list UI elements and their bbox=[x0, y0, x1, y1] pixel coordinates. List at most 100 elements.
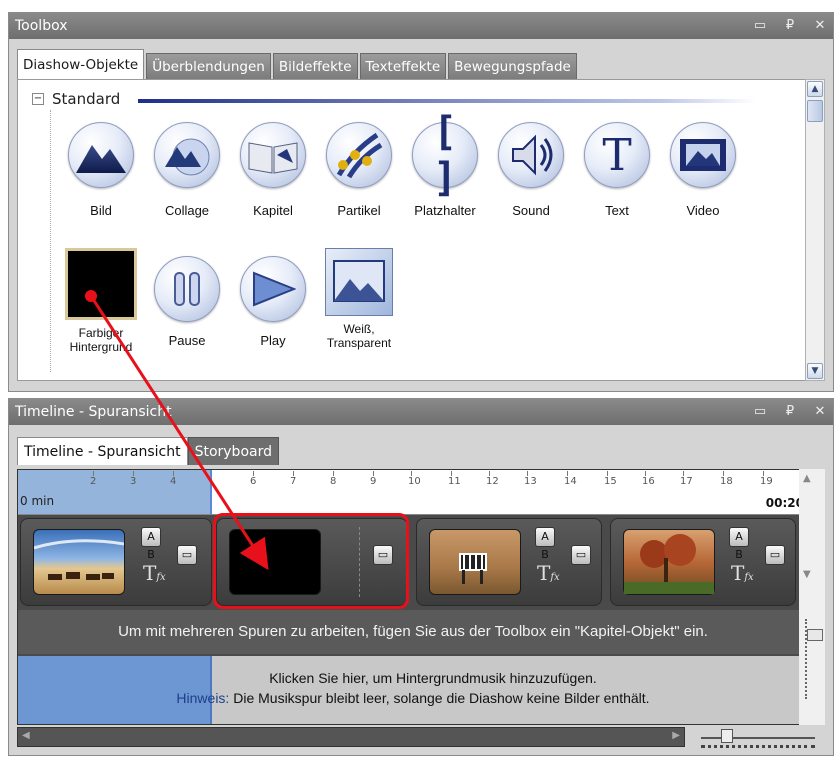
item-label: Play bbox=[260, 333, 286, 348]
collapse-icon[interactable]: − bbox=[32, 93, 44, 105]
item-label: Platzhalter bbox=[414, 203, 476, 218]
tick-label: 16 bbox=[642, 471, 655, 487]
item-label: Partikel bbox=[337, 203, 381, 218]
toolbox-item-text[interactable]: T Text bbox=[574, 122, 660, 218]
text-fx-icon[interactable]: Tfx bbox=[537, 561, 560, 585]
toolbox-panel: Toolbox ▭ ₽ ✕ Diashow-Objekte Überblendu… bbox=[8, 12, 834, 392]
clip-thumbnail bbox=[33, 529, 125, 595]
tick-label: 17 bbox=[680, 471, 693, 487]
toolbox-item-weiss-transparent[interactable]: Weiß, Transparent bbox=[316, 248, 402, 350]
tab-bildeffekte[interactable]: Bildeffekte bbox=[272, 53, 358, 79]
toolbox-item-farbiger-hintergrund[interactable]: Farbiger Hintergrund bbox=[58, 248, 144, 354]
zoom-ticks bbox=[701, 745, 815, 752]
clip-image[interactable]: A B ▭ Tfx bbox=[20, 518, 212, 606]
scroll-up-icon[interactable]: ▲ bbox=[803, 473, 811, 484]
color-bg-icon bbox=[65, 248, 137, 320]
clip-farbiger-hintergrund[interactable]: ▭ bbox=[213, 513, 409, 609]
scroll-up-icon[interactable]: ▲ bbox=[807, 81, 823, 97]
timeline-tabs: Timeline - Spuransicht Storyboard bbox=[17, 437, 279, 465]
music-hint: Hinweis: Die Musikspur bleibt leer, sola… bbox=[176, 690, 650, 706]
text-fx-icon[interactable]: Tfx bbox=[143, 561, 166, 585]
tab-diashow-objekte[interactable]: Diashow-Objekte bbox=[17, 49, 145, 79]
tab-bewegungspfade[interactable]: Bewegungspfade bbox=[448, 53, 577, 79]
tab-ueberblendungen[interactable]: Überblendungen bbox=[146, 53, 271, 79]
scroll-down-icon[interactable]: ▼ bbox=[803, 569, 811, 580]
scroll-thumb[interactable] bbox=[807, 100, 823, 122]
track-zoom-handle[interactable] bbox=[807, 629, 823, 641]
zoom-slider[interactable] bbox=[695, 725, 825, 751]
music-track[interactable]: Klicken Sie hier, um Hintergrundmusik hi… bbox=[18, 656, 806, 724]
multitrack-info: Um mit mehreren Spuren zu arbeiten, füge… bbox=[18, 610, 806, 654]
tick-label: 18 bbox=[720, 471, 733, 487]
item-label: Sound bbox=[512, 203, 550, 218]
toolbox-tabs: Diashow-Objekte Überblendungen Bildeffek… bbox=[17, 49, 579, 79]
toolbox-item-bild[interactable]: Bild bbox=[58, 122, 144, 218]
tick-label: 12 bbox=[486, 471, 499, 487]
tick-label: 2 bbox=[90, 471, 97, 487]
scroll-down-icon[interactable]: ▼ bbox=[807, 363, 823, 379]
pin-icon[interactable]: ₽ bbox=[783, 399, 797, 425]
pin-icon[interactable]: ₽ bbox=[783, 13, 797, 39]
toolbox-item-pause[interactable]: Pause bbox=[144, 256, 230, 348]
time-ruler[interactable]: 2 3 4 6 7 8 9 10 11 12 13 14 15 16 17 18… bbox=[18, 470, 806, 515]
close-icon[interactable]: ✕ bbox=[813, 399, 827, 425]
tick-label: 15 bbox=[604, 471, 617, 487]
tick-label: 14 bbox=[564, 471, 577, 487]
toolbox-item-play[interactable]: Play bbox=[230, 256, 316, 348]
scroll-right-icon[interactable]: ▶ bbox=[672, 730, 680, 741]
book-icon bbox=[240, 122, 306, 188]
collage-icon bbox=[154, 122, 220, 188]
timeline-vertical-scrollbar[interactable]: ▲ ▼ bbox=[799, 469, 825, 725]
image-button[interactable]: A B bbox=[729, 527, 749, 561]
tab-storyboard[interactable]: Storyboard bbox=[187, 437, 279, 465]
toolbox-item-sound[interactable]: Sound bbox=[488, 122, 574, 218]
print-icon[interactable]: ▭ bbox=[177, 545, 197, 565]
item-label: Video bbox=[686, 203, 720, 218]
landscape-icon bbox=[68, 122, 134, 188]
toolbox-scrollbar[interactable]: ▲ ▼ bbox=[805, 79, 825, 381]
item-label: Bild bbox=[90, 203, 112, 218]
tab-texteffekte[interactable]: Texteffekte bbox=[359, 53, 447, 79]
particles-icon bbox=[326, 122, 392, 188]
clip-thumbnail bbox=[623, 529, 715, 595]
toolbox-item-video[interactable]: Video bbox=[660, 122, 746, 218]
tick-label: 4 bbox=[170, 471, 177, 487]
clip-image[interactable]: A B ▭ Tfx bbox=[416, 518, 602, 606]
toolbox-item-platzhalter[interactable]: [ ] Platzhalter bbox=[402, 109, 488, 218]
image-button[interactable]: A B bbox=[141, 527, 161, 561]
zoom-handle[interactable] bbox=[721, 729, 733, 743]
text-icon: T bbox=[584, 122, 650, 188]
toolbox-item-partikel[interactable]: Partikel bbox=[316, 122, 402, 218]
tab-timeline-spuransicht[interactable]: Timeline - Spuransicht bbox=[17, 437, 188, 465]
tick-label: 7 bbox=[290, 471, 297, 487]
highlight-frame bbox=[213, 513, 409, 609]
dock-icon[interactable]: ▭ bbox=[753, 399, 767, 425]
text-fx-icon[interactable]: Tfx bbox=[731, 561, 754, 585]
toolbox-item-collage[interactable]: Collage bbox=[144, 122, 230, 218]
brackets-icon: [ ] bbox=[412, 109, 478, 201]
toolbox-content: − Standard Bild Collage Kapitel Partikel… bbox=[17, 79, 811, 381]
toolbox-item-kapitel[interactable]: Kapitel bbox=[230, 122, 316, 218]
tick-label: 8 bbox=[330, 471, 337, 487]
clip-thumbnail bbox=[429, 529, 521, 595]
tick-label: 6 bbox=[250, 471, 257, 487]
print-icon[interactable]: ▭ bbox=[765, 545, 785, 565]
toolbox-titlebar[interactable]: Toolbox ▭ ₽ ✕ bbox=[9, 13, 833, 39]
scroll-left-icon[interactable]: ◀ bbox=[22, 730, 30, 741]
print-icon[interactable]: ▭ bbox=[571, 545, 591, 565]
speaker-icon bbox=[498, 122, 564, 188]
tick-label: 3 bbox=[130, 471, 137, 487]
timeline-horizontal-scrollbar[interactable]: ◀ ▶ bbox=[17, 727, 685, 747]
tree-line bbox=[50, 110, 51, 372]
item-label: Weiß, Transparent bbox=[326, 322, 392, 350]
clip-image[interactable]: A B ▭ Tfx bbox=[610, 518, 796, 606]
image-button[interactable]: A B bbox=[535, 527, 555, 561]
dock-icon[interactable]: ▭ bbox=[753, 13, 767, 39]
timeline-titlebar[interactable]: Timeline - Spuransicht ▭ ₽ ✕ bbox=[9, 399, 833, 425]
pause-icon bbox=[154, 256, 220, 322]
tick-label: 19 bbox=[760, 471, 773, 487]
timeline-area: 2 3 4 6 7 8 9 10 11 12 13 14 15 16 17 18… bbox=[17, 469, 807, 725]
group-standard-header[interactable]: − Standard bbox=[32, 90, 120, 108]
close-icon[interactable]: ✕ bbox=[813, 13, 827, 39]
timeline-title: Timeline - Spuransicht bbox=[15, 404, 172, 420]
